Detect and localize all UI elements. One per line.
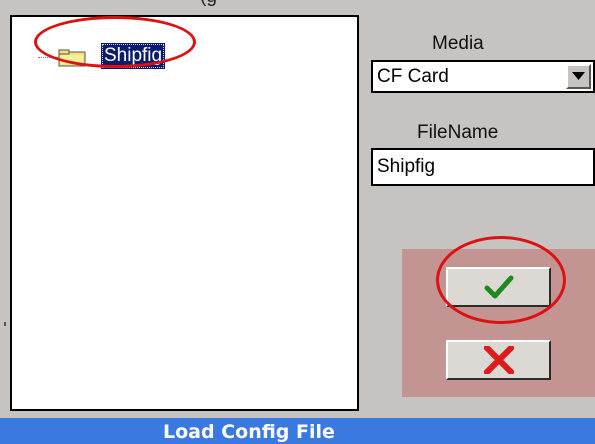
annotation-circle-shipfig <box>34 16 196 68</box>
media-dropdown[interactable]: CF Card <box>371 60 595 93</box>
annotation-circle-confirm <box>436 236 566 324</box>
top-strip <box>0 0 595 8</box>
filename-label: FileName <box>417 122 499 143</box>
left-edge-tick <box>4 322 6 326</box>
file-tree-panel[interactable]: Shipfig <box>10 15 359 411</box>
cross-icon <box>483 346 514 374</box>
media-selected-value: CF Card <box>377 66 449 87</box>
window-title: Load Config File <box>163 421 335 443</box>
chevron-down-icon[interactable] <box>566 64 591 89</box>
cancel-button[interactable] <box>446 340 551 380</box>
title-bar: Load Config File <box>0 418 595 444</box>
cropped-caption: (g <box>200 0 217 7</box>
filename-input[interactable] <box>371 148 595 186</box>
media-label: Media <box>432 33 484 54</box>
